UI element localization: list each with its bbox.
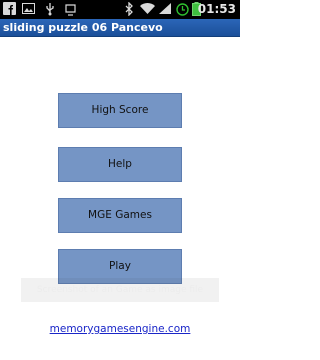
- help-button[interactable]: Help: [58, 147, 182, 182]
- toast-message: Screenshot of an Game as image file: [21, 278, 219, 302]
- status-time: 01:53: [197, 2, 236, 16]
- high-score-button[interactable]: High Score: [58, 93, 182, 128]
- image-icon: [22, 3, 35, 14]
- debug-icon: [65, 4, 76, 16]
- app-title-bar: sliding puzzle 06 Pancevo: [0, 19, 240, 37]
- mge-games-button[interactable]: MGE Games: [58, 198, 182, 233]
- status-bar: 01:53: [0, 0, 240, 19]
- alarm-icon: [176, 3, 189, 16]
- wifi-icon: [140, 3, 155, 14]
- usb-icon: [46, 3, 54, 16]
- signal-icon: [159, 3, 171, 14]
- facebook-icon: [3, 2, 16, 15]
- app-title: sliding puzzle 06 Pancevo: [3, 21, 163, 34]
- website-link[interactable]: memorygamesengine.com: [0, 323, 240, 335]
- bluetooth-icon: [125, 2, 133, 16]
